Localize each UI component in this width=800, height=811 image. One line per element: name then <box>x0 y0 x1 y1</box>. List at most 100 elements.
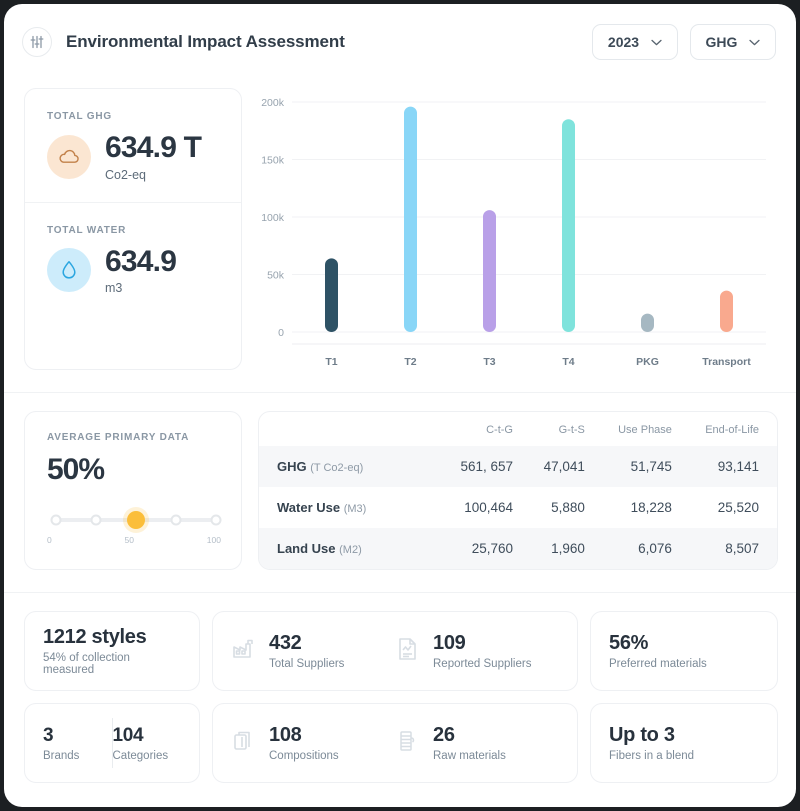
average-primary-data-card: AVERAGE PRIMARY DATA 50% 0 50 100 <box>24 411 242 570</box>
chevron-down-icon <box>749 39 761 45</box>
table-row: Water Use (M3) 100,464 5,880 18,228 25,520 <box>259 487 777 528</box>
kpi-label: TOTAL GHG <box>47 111 112 122</box>
stat-text: 56% Preferred materials <box>609 632 707 670</box>
factory-icon <box>231 636 257 667</box>
stat-card-row: 1212 styles 54% of collection measured 432… <box>24 611 778 691</box>
stat-block: Up to 3 Fibers in a blend <box>609 724 694 762</box>
kpi-unit: Co2-eq <box>105 167 146 182</box>
stat-number: Up to 3 <box>609 724 675 746</box>
stats-section: 1212 styles 54% of collection measured 432… <box>4 593 796 797</box>
slider-step-dot[interactable] <box>50 514 62 526</box>
bar-chart-svg: 0 50k 100k 150k 200k T1 T2 T3 T4 PKG Transport <box>261 97 766 368</box>
stat-card[interactable]: 3 Brands 104 Categories <box>24 703 200 783</box>
x-axis-tick-label: Transport <box>702 356 751 368</box>
metric-unit: (M3) <box>343 503 367 515</box>
table-cell: 6,076 <box>638 541 672 556</box>
stat-number: 109 <box>433 632 466 654</box>
stat-block: 108 Compositions <box>231 724 395 762</box>
table-row-label: Land Use (M2) <box>259 528 445 569</box>
slider-step-dot[interactable] <box>170 514 182 526</box>
stat-card[interactable]: 108 Compositions 26 Raw materials <box>212 703 578 783</box>
y-axis-tick-label: 0 <box>278 327 284 339</box>
bar-t3[interactable] <box>483 210 496 332</box>
table-row: GHG (T Co2-eq) 561, 657 47,041 51,745 93,141 <box>259 446 777 487</box>
table-cell: 561, 657 <box>460 459 513 474</box>
impact-table-card: C-t-G G-t-S Use Phase End-of-Life GHG (T… <box>258 411 778 570</box>
stat-number: 56% <box>609 632 649 654</box>
overview-section: TOTAL GHG 634.9 T Co2-eq TOTAL WATER 634… <box>4 80 796 392</box>
primary-data-label: AVERAGE PRIMARY DATA <box>47 432 190 443</box>
table-row: Land Use (M2) 25,760 1,960 6,076 8,507 <box>259 528 777 569</box>
col-header-end-of-life: End-of-Life <box>705 424 759 436</box>
y-axis-tick-label: 200k <box>261 97 285 109</box>
metric-name: Land Use <box>277 541 336 556</box>
table-cell: 5,880 <box>551 500 585 515</box>
table-cell: 93,141 <box>717 459 759 474</box>
kpi-unit: m3 <box>105 281 123 295</box>
primary-data-slider[interactable] <box>47 507 222 533</box>
stat-caption: Reported Suppliers <box>433 658 532 670</box>
stat-block: 56% Preferred materials <box>609 632 707 670</box>
stat-number: 1212 styles <box>43 626 147 648</box>
sliders-icon <box>22 27 52 57</box>
table-row-label: Water Use (M3) <box>259 487 445 528</box>
cloud-icon <box>47 134 91 179</box>
col-header-use-phase: Use Phase <box>618 424 672 436</box>
slider-scale-min: 0 <box>47 535 52 545</box>
stat-card[interactable]: 1212 styles 54% of collection measured <box>24 611 200 691</box>
stat-text: 1212 styles 54% of collection measured <box>43 626 181 676</box>
table-row-label: GHG (T Co2-eq) <box>259 446 445 487</box>
x-axis-tick-label: T4 <box>562 356 574 368</box>
kpi-total-ghg: TOTAL GHG 634.9 T Co2-eq <box>25 89 241 202</box>
kpi-value: 634.9 <box>105 244 177 278</box>
stat-text: Up to 3 Fibers in a blend <box>609 724 694 762</box>
slider-thumb[interactable] <box>127 511 145 529</box>
y-axis-tick-label: 100k <box>261 212 285 224</box>
col-header-gts: G-t-S <box>558 424 585 436</box>
dashboard-root: Environmental Impact Assessment 2023 GHG… <box>4 4 796 807</box>
metric-unit: (T Co2-eq) <box>310 462 364 474</box>
stat-card[interactable]: 432 Total Suppliers 109 Reported Suppliers <box>212 611 578 691</box>
bar-transport[interactable] <box>720 290 733 332</box>
bar-t2[interactable] <box>404 106 417 332</box>
y-axis-tick-label: 50k <box>267 270 285 282</box>
col-header-ctg: C-t-G <box>486 424 513 436</box>
stat-card[interactable]: Up to 3 Fibers in a blend <box>590 703 778 783</box>
page-title: Environmental Impact Assessment <box>66 32 345 51</box>
metric-unit: (M2) <box>339 544 362 556</box>
kpi-card-group: TOTAL GHG 634.9 T Co2-eq TOTAL WATER 634… <box>24 88 242 370</box>
kpi-total-water: TOTAL WATER 634.9 m3 <box>25 201 241 316</box>
details-section: AVERAGE PRIMARY DATA 50% 0 50 100 C-t-G … <box>4 393 796 592</box>
stat-caption: Preferred materials <box>609 658 707 670</box>
bar-t1[interactable] <box>325 258 338 332</box>
stat-card[interactable]: 56% Preferred materials <box>590 611 778 691</box>
year-dropdown[interactable]: 2023 <box>592 24 678 60</box>
bar-t4[interactable] <box>562 119 575 332</box>
slider-step-dot[interactable] <box>90 514 102 526</box>
table-cell: 25,520 <box>717 500 759 515</box>
kpi-value: 634.9 T <box>105 131 202 164</box>
table-cell: 100,464 <box>464 500 513 515</box>
slider-scale-mid: 50 <box>124 535 134 545</box>
bar-pkg[interactable] <box>641 313 654 332</box>
x-axis-tick-label: PKG <box>636 356 659 368</box>
stat-text: 3 Brands <box>43 725 79 762</box>
x-axis-tick-label: T2 <box>404 356 416 368</box>
stat-block: 104 Categories <box>113 725 182 762</box>
y-axis-tick-label: 150k <box>261 155 285 167</box>
x-axis-tick-label: T3 <box>483 356 495 368</box>
page-header: Environmental Impact Assessment 2023 GHG <box>4 4 796 80</box>
layers-icon <box>231 728 257 759</box>
table-cell: 51,745 <box>630 459 672 474</box>
stat-block: 3 Brands <box>43 725 112 762</box>
stat-text: 104 Categories <box>113 725 169 762</box>
primary-data-value: 50% <box>47 453 105 486</box>
stat-number: 108 <box>269 724 302 746</box>
metric-dropdown[interactable]: GHG <box>690 24 776 60</box>
slider-step-dot[interactable] <box>210 514 222 526</box>
stat-caption: Categories <box>112 749 169 762</box>
stat-block: 1212 styles 54% of collection measured <box>43 626 181 676</box>
stat-caption: Brands <box>43 749 80 762</box>
stat-caption: Raw materials <box>433 750 506 762</box>
stat-text: 108 Compositions <box>269 724 339 762</box>
